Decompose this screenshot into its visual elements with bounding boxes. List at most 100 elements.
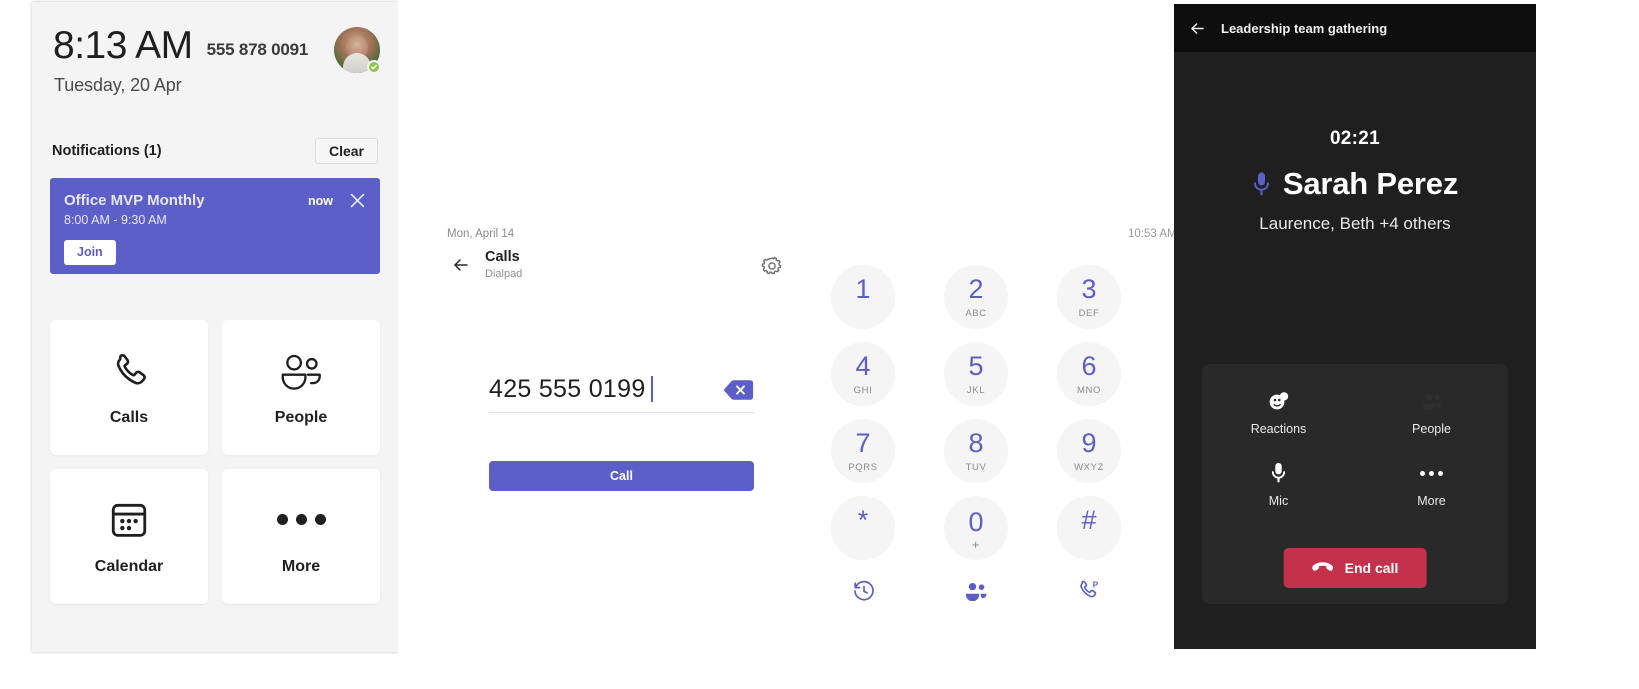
more-dots-icon (276, 498, 326, 542)
clock-time: 8:13 AM (53, 24, 193, 67)
mic-icon (1271, 462, 1286, 484)
phone-icon (108, 349, 150, 393)
call-button[interactable]: Call (489, 461, 754, 491)
control-label: Mic (1268, 494, 1289, 508)
dialpad-key-9[interactable]: 9 WXYZ (1057, 419, 1121, 483)
key-letters: TUV (965, 461, 987, 473)
dialpad-row: 1 2 ABC 3 DEF (831, 265, 1121, 329)
backspace-icon[interactable] (723, 378, 754, 402)
page-subtitle: Dialpad (485, 267, 523, 280)
key-digit: 1 (855, 273, 871, 304)
calendar-icon (108, 498, 150, 542)
notifications-header: Notifications (1) Clear (50, 138, 380, 164)
notifications-title: Notifications (1) (52, 143, 162, 159)
key-letters: PQRS (848, 461, 878, 473)
dialpad-row: 4 GHI 5 JKL 6 MNO (831, 342, 1121, 406)
key-digit: 0 (968, 506, 984, 537)
dialpad-key-7[interactable]: 7 PQRS (831, 419, 895, 483)
control-mic[interactable]: Mic (1202, 462, 1355, 508)
tile-calendar[interactable]: Calendar (50, 469, 208, 604)
tile-label: People (274, 408, 328, 426)
key-letters: DEF (1078, 307, 1100, 319)
home-tile-grid: Calls People Calendar More (50, 320, 380, 604)
home-panel: 8:13 AM 555 878 0091 Tuesday, 20 Apr Not… (32, 2, 398, 652)
screenshot-stage: 8:13 AM 555 878 0091 Tuesday, 20 Apr Not… (0, 0, 1639, 689)
avatar[interactable] (334, 27, 381, 74)
key-digit: 6 (1081, 350, 1097, 381)
dialpad-date: Mon, April 14 (447, 228, 515, 240)
control-label: People (1412, 422, 1451, 436)
clock-row: 8:13 AM 555 878 0091 (50, 20, 381, 74)
key-letters: WXYZ (1074, 461, 1104, 473)
control-reactions[interactable]: Reactions (1202, 390, 1355, 436)
notification-title: Office MVP Monthly (64, 192, 205, 209)
key-digit: 7 (855, 427, 871, 458)
key-letters: ABC (965, 307, 987, 319)
input-underline (489, 412, 754, 413)
end-call-label: End call (1344, 560, 1399, 576)
reactions-icon (1268, 390, 1289, 412)
control-people[interactable]: People (1355, 390, 1508, 436)
notification-card-top: Office MVP Monthly now (64, 192, 366, 209)
join-meeting-button[interactable]: Join (64, 240, 116, 265)
people-icon[interactable] (961, 576, 991, 606)
arrow-left-icon[interactable] (450, 254, 472, 276)
tile-label: More (281, 557, 321, 575)
dialpad-key-6[interactable]: 6 MNO (1057, 342, 1121, 406)
participants-summary: Laurence, Beth +4 others (1259, 214, 1451, 233)
notification-time-range: 8:00 AM - 9:30 AM (64, 213, 167, 227)
clear-notifications-button[interactable]: Clear (314, 138, 378, 164)
dialpad-key-1[interactable]: 1 (831, 265, 895, 329)
dialpad-key-2[interactable]: 2 ABC (944, 265, 1008, 329)
phone-number-row: 425 555 0199 (489, 375, 754, 412)
dialpad-row: * 0 + # (831, 496, 1121, 560)
end-call-button[interactable]: End call (1283, 548, 1427, 588)
key-letters: JKL (966, 384, 986, 396)
park-call-icon[interactable]: P (1073, 576, 1103, 606)
mic-icon (1252, 170, 1272, 198)
in-call-panel: Leadership team gathering 02:21 Sarah Pe… (1174, 4, 1536, 649)
more-dots-icon (1420, 462, 1443, 484)
call-controls-panel: Reactions People Mic More End call (1202, 364, 1508, 604)
key-digit: 3 (1081, 273, 1097, 304)
dialpad-key-0[interactable]: 0 + (944, 496, 1008, 560)
meeting-title: Leadership team gathering (1221, 20, 1388, 36)
dialpad-status-time: 10:53 AM (1128, 228, 1177, 240)
dialpad-key-8[interactable]: 8 TUV (944, 419, 1008, 483)
phone-number-text: 425 555 0199 (489, 375, 646, 403)
clock-date: Tuesday, 20 Apr (54, 75, 182, 95)
end-call-icon (1312, 561, 1334, 575)
arrow-left-icon[interactable] (1188, 19, 1207, 38)
tile-people[interactable]: People (222, 320, 380, 455)
call-controls-grid: Reactions People Mic More (1202, 390, 1508, 508)
control-label: Reactions (1250, 422, 1307, 436)
dialpad-header-texts: Calls Dialpad (485, 249, 523, 280)
dialpad-keys: 1 2 ABC 3 DEF 4 GHI 5 JKL 6 MNO 7 PQRS 8… (831, 265, 1121, 606)
text-caret (650, 376, 653, 402)
control-more[interactable]: More (1355, 462, 1508, 508)
people-icon (1420, 390, 1444, 412)
key-digit: 5 (968, 350, 984, 381)
dialpad-row: 7 PQRS 8 TUV 9 WXYZ (831, 419, 1121, 483)
active-speaker: Sarah Perez (1174, 166, 1536, 202)
call-timer: 02:21 (1329, 128, 1381, 149)
in-call-topbar: Leadership team gathering (1174, 4, 1536, 52)
phone-number-field[interactable]: 425 555 0199 (489, 375, 754, 413)
key-letters: GHI (853, 384, 873, 396)
dialpad-key-5[interactable]: 5 JKL (944, 342, 1008, 406)
close-icon[interactable] (349, 192, 366, 209)
dialpad-key-star[interactable]: * (831, 496, 895, 560)
tile-more[interactable]: More (222, 469, 380, 604)
notification-timestamp: now (308, 194, 333, 208)
gear-icon[interactable] (761, 255, 783, 277)
notification-card[interactable]: Office MVP Monthly now 8:00 AM - 9:30 AM… (50, 178, 380, 274)
history-icon[interactable] (849, 576, 879, 606)
tile-label: Calendar (94, 557, 164, 575)
phone-number-input[interactable]: 425 555 0199 (489, 375, 653, 404)
key-digit: * (857, 504, 869, 535)
key-letters: + (971, 536, 981, 552)
dialpad-key-3[interactable]: 3 DEF (1057, 265, 1121, 329)
tile-calls[interactable]: Calls (50, 320, 208, 455)
dialpad-key-hash[interactable]: # (1057, 496, 1121, 560)
dialpad-key-4[interactable]: 4 GHI (831, 342, 895, 406)
